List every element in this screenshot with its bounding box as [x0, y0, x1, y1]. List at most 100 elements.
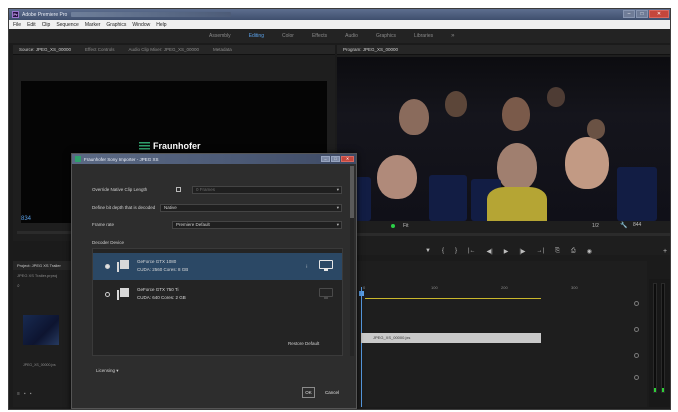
clip-thumbnail-label: JPEG_XS_00000.jxs [23, 363, 56, 367]
menu-window[interactable]: Window [132, 22, 150, 28]
device-row-gtx-1080[interactable]: GeForce GTX 1080 CUDA: 2560 Cores: 8 GB … [93, 253, 342, 280]
device-radio[interactable] [105, 292, 110, 297]
window-title-path [71, 12, 232, 17]
override-length-field[interactable]: 0 Frames ▾ [192, 186, 342, 194]
export-frame-icon[interactable]: ◉ [587, 248, 592, 255]
timeline-clip[interactable]: JPEG_XS_00000.jxs [361, 333, 541, 343]
scroll-handle-icon[interactable] [634, 301, 639, 306]
menu-help[interactable]: Help [156, 22, 166, 28]
fraunhofer-logo-icon [139, 141, 150, 151]
program-time-ruler[interactable] [337, 233, 670, 236]
project-bottom-bar: ≡ ▪ ▪ [17, 391, 31, 397]
mark-out-icon[interactable]: } [455, 248, 457, 255]
override-length-label: Override Native Clip Length [92, 187, 148, 192]
dialog-scroll-thumb[interactable] [350, 166, 354, 218]
step-forward-icon[interactable]: |▶ [519, 248, 525, 255]
dialog-close-button[interactable]: ✕ [341, 156, 354, 162]
clip-thumbnail[interactable] [23, 315, 59, 345]
menu-file[interactable]: File [13, 22, 21, 28]
premiere-window: Pr Adobe Premiere Pro – □ ✕ File Edit Cl… [8, 8, 671, 410]
mark-in-icon[interactable]: { [442, 248, 444, 255]
search-icon[interactable]: ⌕ [17, 283, 20, 289]
bit-depth-label: Define bit depth that is decoded [92, 205, 156, 210]
menu-sequence[interactable]: Sequence [56, 22, 79, 28]
bit-depth-select[interactable]: Native ▾ [160, 204, 342, 212]
wrench-icon[interactable]: 🔧 [620, 222, 627, 229]
freeform-view-icon[interactable]: ▪ [30, 391, 32, 397]
workspace-tab-audio[interactable]: Audio [345, 33, 358, 39]
device-row-gtx-750ti[interactable]: GeForce GTX 750 Ti CUDA: 640 Cores: 2 GB [93, 281, 342, 308]
restore-default-button[interactable]: Restore Default [288, 341, 319, 346]
cancel-button[interactable]: Cancel [321, 387, 343, 398]
cinema-seat [429, 175, 467, 221]
override-length-checkbox[interactable] [176, 187, 181, 192]
go-to-out-icon[interactable]: →| [537, 248, 545, 255]
play-icon[interactable]: ▶ [504, 248, 509, 255]
window-title: Adobe Premiere Pro [22, 11, 68, 18]
work-area-bar[interactable] [365, 298, 541, 299]
menu-edit[interactable]: Edit [27, 22, 36, 28]
window-controls: – □ ✕ [623, 10, 669, 18]
device-name: GeForce GTX 750 Ti [137, 287, 179, 292]
workspace-more-icon[interactable]: » [451, 33, 454, 39]
scroll-handle-icon[interactable] [634, 375, 639, 380]
source-timecode[interactable]: 834 [21, 216, 31, 222]
workspace-tab-libraries[interactable]: Libraries [414, 33, 433, 39]
frame-rate-select[interactable]: Premiere Default ▾ [172, 221, 342, 229]
dialog-scrollbar[interactable] [350, 166, 354, 356]
audience-face [399, 99, 429, 135]
dialog-maximize-button[interactable]: □ [331, 156, 340, 162]
display-active-icon: ⁝ [306, 264, 308, 270]
add-button[interactable]: + [663, 248, 667, 255]
audio-meter-right [661, 283, 665, 393]
dialog-title-bar[interactable]: Fraunhofer Sony Importer - JPEG XS – □ ✕ [72, 154, 356, 164]
licensing-dropdown[interactable]: Licensing ▾ [96, 368, 119, 374]
audience-face [497, 143, 537, 191]
program-video-frame[interactable] [337, 57, 670, 221]
gpu-icon [117, 260, 131, 272]
menu-marker[interactable]: Marker [85, 22, 101, 28]
program-monitor-panel: Program: JPEG_XS_00000 Fit 1/2 🔧 844 ▼ {… [337, 45, 670, 255]
tab-program[interactable]: Program: JPEG_XS_00000 [343, 47, 398, 52]
tab-metadata[interactable]: Metadata [213, 47, 232, 52]
audio-meter-left [653, 283, 657, 393]
playhead-marker-icon [391, 224, 395, 228]
workspace-tab-assembly[interactable]: Assembly [209, 33, 231, 39]
tab-audio-clip-mixer[interactable]: Audio Clip Mixer: JPEG_XS_00000 [128, 47, 199, 52]
lift-icon[interactable]: ⎘ [555, 248, 560, 255]
menu-graphics[interactable]: Graphics [106, 22, 126, 28]
scroll-handle-icon[interactable] [634, 327, 639, 332]
workspace-tab-editing[interactable]: Editing [249, 33, 264, 39]
step-back-icon[interactable]: ◀| [487, 248, 493, 255]
icon-view-icon[interactable]: ▪ [24, 391, 26, 397]
scroll-handle-icon[interactable] [634, 353, 639, 358]
project-file-name: JPEG XS Trailer.prproj [17, 273, 58, 278]
extract-icon[interactable]: ⎙ [571, 248, 576, 255]
workspace-tab-color[interactable]: Color [282, 33, 294, 39]
list-view-icon[interactable]: ≡ [17, 391, 20, 397]
close-button[interactable]: ✕ [649, 10, 669, 18]
device-radio[interactable] [105, 264, 110, 269]
minimize-button[interactable]: – [623, 10, 635, 18]
resolution-select[interactable]: 1/2 [592, 223, 599, 229]
tab-effect-controls[interactable]: Effect Controls [85, 47, 114, 52]
cinema-seat [617, 167, 657, 221]
playhead-handle[interactable] [359, 291, 364, 296]
dialog-minimize-button[interactable]: – [321, 156, 330, 162]
audience-face [377, 155, 417, 199]
add-marker-icon[interactable]: ▼ [425, 248, 431, 255]
device-spec: CUDA: 2560 Cores: 8 GB [137, 267, 189, 272]
maximize-button[interactable]: □ [636, 10, 648, 18]
fraunhofer-logo: Fraunhofer [139, 141, 201, 151]
ok-button[interactable]: OK [302, 387, 315, 398]
chevron-down-icon: ▾ [336, 187, 339, 192]
frame-rate-label: Frame rate [92, 222, 115, 227]
workspace-tab-effects[interactable]: Effects [312, 33, 327, 39]
tab-source[interactable]: Source: JPEG_XS_00000 [19, 47, 71, 52]
go-to-in-icon[interactable]: |← [468, 248, 476, 255]
timeline-playhead[interactable] [361, 287, 362, 407]
decoder-device-list: GeForce GTX 1080 CUDA: 2560 Cores: 8 GB … [92, 248, 343, 356]
menu-clip[interactable]: Clip [42, 22, 51, 28]
zoom-fit-select[interactable]: Fit [403, 223, 409, 229]
workspace-tab-graphics[interactable]: Graphics [376, 33, 396, 39]
